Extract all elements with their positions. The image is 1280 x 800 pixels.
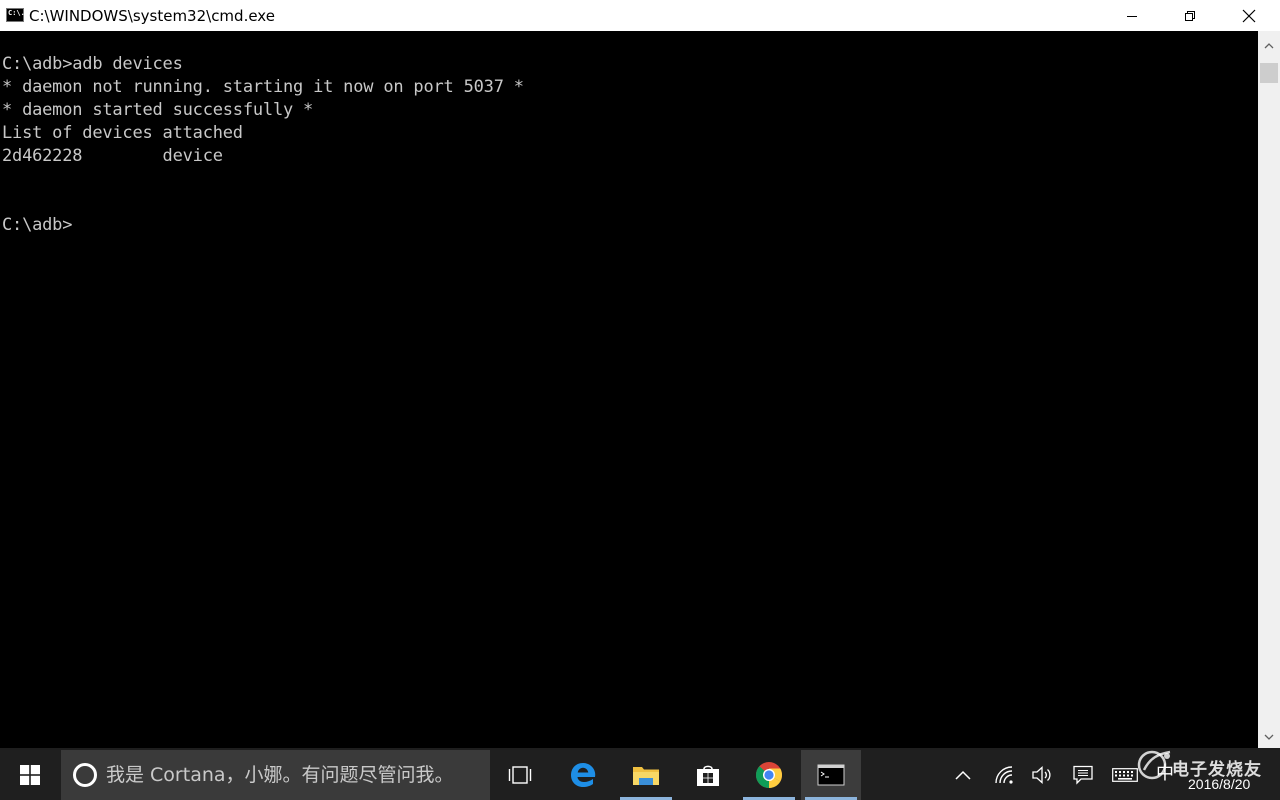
console-line: 2d462228 device bbox=[2, 146, 223, 166]
title-bar[interactable]: C:\. C:\WINDOWS\system32\cmd.exe bbox=[0, 0, 1280, 31]
scroll-up-button[interactable] bbox=[1258, 31, 1280, 61]
close-button[interactable] bbox=[1220, 0, 1278, 31]
wifi-icon bbox=[995, 766, 1013, 784]
volume-icon bbox=[1032, 766, 1051, 784]
taskbar-app-edge[interactable] bbox=[553, 750, 613, 800]
show-hidden-icons-button[interactable] bbox=[947, 750, 979, 800]
arrow-down-icon bbox=[1264, 734, 1274, 740]
taskbar-app-chrome[interactable] bbox=[739, 750, 799, 800]
task-view-icon bbox=[508, 766, 532, 784]
console-output[interactable]: C:\adb>adb devices * daemon not running.… bbox=[0, 31, 1258, 748]
windows-logo-icon bbox=[20, 765, 40, 785]
restore-icon bbox=[1185, 10, 1195, 21]
console-line: * daemon not running. starting it now on… bbox=[2, 77, 524, 97]
notification-icon bbox=[1073, 765, 1093, 785]
vertical-scrollbar[interactable] bbox=[1258, 31, 1280, 748]
folder-icon bbox=[633, 767, 659, 785]
cmd-icon-label: C:\. bbox=[8, 9, 25, 17]
cortana-search-box[interactable]: 我是 Cortana，小娜。有问题尽管问我。 bbox=[61, 750, 490, 800]
chrome-icon bbox=[755, 762, 783, 789]
minimize-icon bbox=[1127, 15, 1137, 17]
command-prompt: C:\adb> bbox=[2, 215, 73, 235]
start-button[interactable] bbox=[0, 750, 60, 800]
edge-icon bbox=[571, 763, 596, 787]
arrow-up-icon bbox=[1264, 43, 1274, 49]
cmd-window: C:\. C:\WINDOWS\system32\cmd.exe C:\adb>… bbox=[0, 0, 1280, 750]
watermark-text: 电子发烧友 bbox=[1172, 760, 1262, 780]
cortana-icon bbox=[73, 763, 97, 787]
restore-button[interactable] bbox=[1161, 0, 1219, 31]
taskbar-app-command-prompt[interactable] bbox=[801, 750, 861, 800]
volume-button[interactable] bbox=[1026, 750, 1060, 800]
watermark-logo-icon bbox=[1137, 750, 1171, 780]
task-view-button[interactable] bbox=[490, 750, 550, 800]
network-button[interactable] bbox=[988, 750, 1022, 800]
cmd-icon bbox=[817, 764, 845, 786]
chevron-up-icon bbox=[955, 770, 971, 780]
taskbar-app-store[interactable] bbox=[678, 750, 738, 800]
action-center-button[interactable] bbox=[1066, 750, 1100, 800]
search-placeholder: 我是 Cortana，小娜。有问题尽管问我。 bbox=[106, 764, 454, 786]
scroll-thumb[interactable] bbox=[1260, 63, 1278, 83]
minimize-button[interactable] bbox=[1103, 0, 1161, 31]
cmd-app-icon[interactable]: C:\. bbox=[6, 8, 25, 22]
taskbar-app-file-explorer[interactable] bbox=[616, 750, 676, 800]
store-icon bbox=[697, 765, 719, 786]
scroll-down-button[interactable] bbox=[1258, 726, 1280, 748]
console-line: * daemon started successfully * bbox=[2, 100, 314, 120]
watermark: 电子发烧友 bbox=[1134, 748, 1280, 782]
console-line: List of devices attached bbox=[2, 123, 243, 143]
taskbar: 我是 Cortana，小娜。有问题尽管问我。 中 2016/8/20 bbox=[0, 750, 1280, 800]
window-title: C:\WINDOWS\system32\cmd.exe bbox=[29, 7, 275, 25]
close-icon bbox=[1242, 9, 1256, 22]
console-line: C:\adb>adb devices bbox=[2, 54, 183, 74]
